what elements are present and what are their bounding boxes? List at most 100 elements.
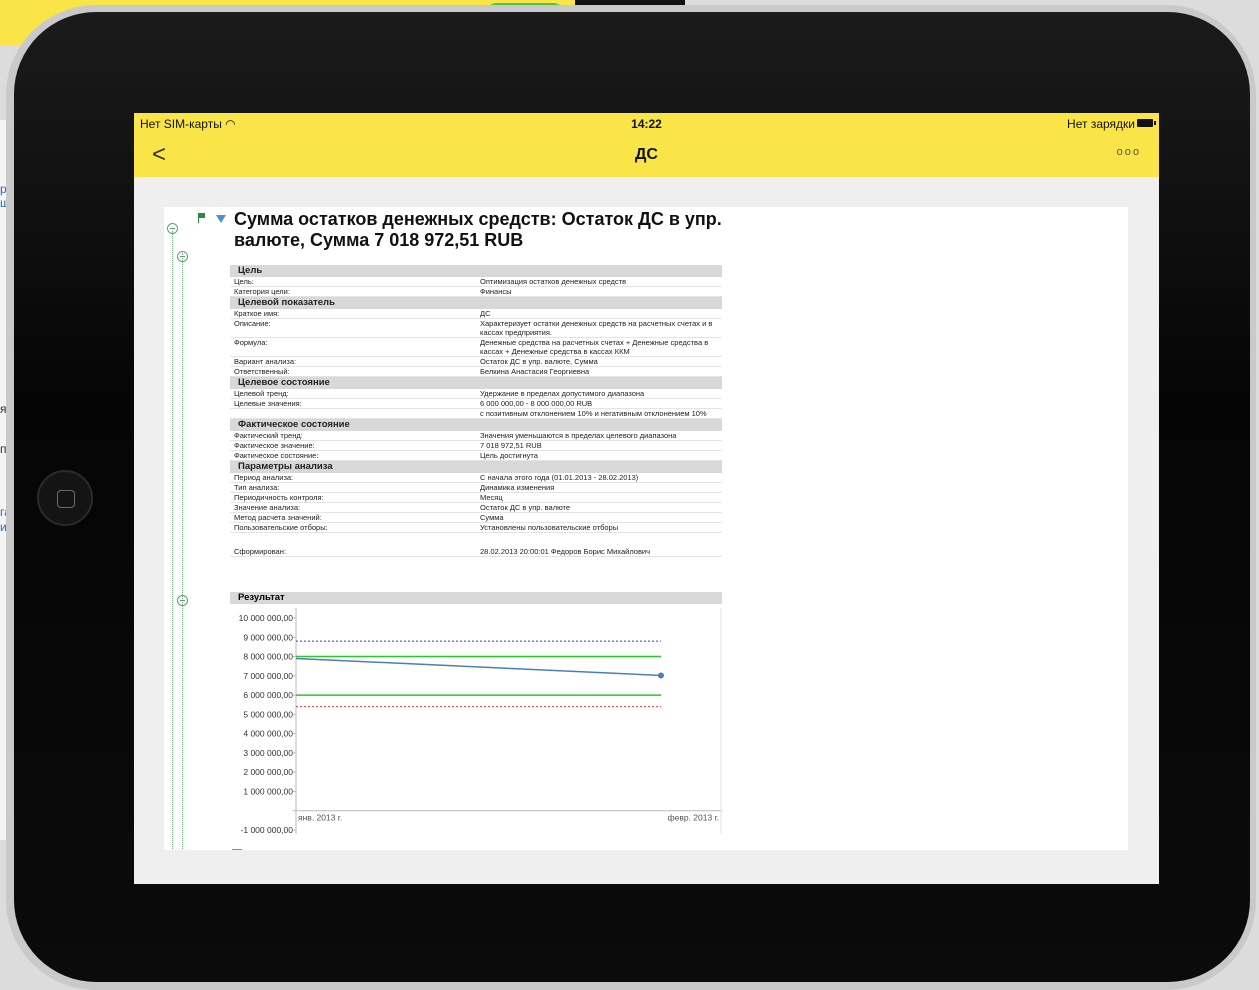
y-tick-label: -1 000 000,00	[241, 825, 294, 835]
tree-guide-line	[182, 253, 183, 850]
param-row: Значение анализа: Остаток ДС в упр. валют…	[230, 502, 722, 513]
spacer-row	[230, 533, 722, 548]
param-value: ДС	[476, 309, 722, 319]
clock: 14:22	[631, 117, 662, 131]
param-row: Целевые значения: 6 000 000,00 - 8 000 00…	[230, 398, 722, 409]
param-value: Остаток ДС в упр. валюте	[476, 502, 722, 513]
y-tick-label: 9 000 000,00	[243, 632, 293, 642]
report-document: Сумма остатков денежных средств: Остаток…	[164, 207, 1128, 850]
param-key: Фактическое состояние:	[230, 450, 476, 461]
param-key: Целевые значения:	[230, 398, 476, 409]
battery-icon	[1137, 119, 1156, 127]
param-key: Фактическое значение:	[230, 440, 476, 451]
tablet-screen: Нет SIM-карты ◠ 14:22 Нет зарядки < ДС o…	[134, 113, 1159, 884]
section-header-row: Параметры анализа	[230, 460, 722, 473]
param-key: Пользовательские отборы:	[230, 522, 476, 533]
x-tick-label: февр. 2013 г.	[668, 813, 719, 823]
y-tick-label: 5 000 000,00	[243, 709, 293, 719]
y-tick-label: 8 000 000,00	[243, 652, 293, 662]
param-key: Тип анализа:	[230, 482, 476, 493]
param-key: Значение анализа:	[230, 502, 476, 513]
param-row: Описание: Характеризует остатки денежных …	[230, 318, 722, 338]
param-value: Цель достигнута	[476, 450, 722, 461]
param-value: Значения уменьшаются в пределах целевого…	[476, 431, 722, 441]
flag-icon	[198, 213, 206, 223]
param-key: Период анализа:	[230, 473, 476, 483]
battery-label: Нет зарядки	[1067, 117, 1135, 131]
param-row: Вариант анализа: Остаток ДС в упр. валюте…	[230, 356, 722, 367]
param-row: с позитивным отклонением 10% и негативны…	[230, 408, 722, 419]
param-value: Характеризует остатки денежных средств н…	[476, 318, 722, 338]
param-key: Целевой тренд:	[230, 389, 476, 399]
param-value: 28.02.2013 20:00:01 Федоров Борис Михайл…	[476, 547, 722, 557]
param-row: Фактическое значение: 7 018 972,51 RUB	[230, 440, 722, 451]
param-key: Сформирован:	[230, 547, 476, 557]
param-value: Месяц	[476, 492, 722, 503]
home-button[interactable]	[37, 470, 93, 526]
collapse-icon[interactable]	[177, 251, 188, 262]
result-section-header: Результат	[230, 592, 722, 604]
param-value: Финансы	[476, 286, 722, 297]
section-title: Фактическое состояние	[230, 418, 722, 431]
param-value: Динамика изменения	[476, 482, 722, 493]
param-value: 7 018 972,51 RUB	[476, 440, 722, 451]
param-value: Остаток ДС в упр. валюте, Сумма	[476, 356, 722, 367]
param-value	[476, 533, 722, 548]
param-value: Белкина Анастасия Георгиевна	[476, 366, 722, 377]
section-header-row: Фактическое состояние	[230, 418, 722, 431]
param-key: Периодичность контроля:	[230, 492, 476, 503]
param-row: Пользовательские отборы: Установлены поль…	[230, 522, 722, 533]
param-key: Описание:	[230, 318, 476, 338]
trend-down-icon	[216, 215, 226, 223]
param-value: Сумма	[476, 512, 722, 523]
collapse-icon[interactable]	[167, 223, 178, 234]
param-row: Категория цели: Финансы	[230, 286, 722, 297]
param-key: Метод расчета значений:	[230, 512, 476, 523]
y-tick-label: 6 000 000,00	[243, 690, 293, 700]
y-tick-label: 4 000 000,00	[243, 729, 293, 739]
param-value: 6 000 000,00 - 8 000 000,00 RUB	[476, 398, 722, 409]
param-row: Метод расчета значений: Сумма	[230, 512, 722, 523]
param-row: Целевой тренд: Удержание в пределах допус…	[230, 389, 722, 399]
param-row: Ответственный: Белкина Анастасия Георгиев…	[230, 366, 722, 377]
param-value: Оптимизация остатков денежных средств	[476, 277, 722, 287]
param-value: С начала этого года (01.01.2013 - 28.02.…	[476, 473, 722, 483]
param-row: Период анализа: С начала этого года (01.0…	[230, 473, 722, 483]
y-tick-label: 7 000 000,00	[243, 671, 293, 681]
legend-marker	[232, 849, 242, 850]
param-key: Фактический тренд:	[230, 431, 476, 441]
param-key: Формула:	[230, 337, 476, 357]
report-title: Сумма остатков денежных средств: Остаток…	[234, 209, 722, 250]
param-row: Фактическое состояние: Цель достигнута	[230, 450, 722, 461]
page-title: ДС	[635, 146, 658, 163]
param-value: Удержание в пределах допустимого диапазо…	[476, 389, 722, 399]
result-chart: 10 000 000,00 9 000 000,00 8 000 000,00 7 0…	[230, 604, 722, 850]
param-key	[230, 533, 476, 548]
section-title: Целевое состояние	[230, 376, 722, 389]
param-value: Установлены пользовательские отборы	[476, 522, 722, 533]
section-title: Параметры анализа	[230, 460, 722, 473]
more-button[interactable]: ooo	[1117, 146, 1141, 158]
y-tick-label: 10 000 000,00	[239, 613, 294, 623]
param-key: Вариант анализа:	[230, 356, 476, 367]
status-bar: Нет SIM-карты ◠ 14:22 Нет зарядки	[134, 113, 1159, 135]
param-row: Формула: Денежные средства на расчетных с…	[230, 337, 722, 357]
param-key: Категория цели:	[230, 286, 476, 297]
series-line	[295, 657, 662, 677]
section-header-row: Цель	[230, 265, 722, 277]
param-row: Краткое имя: ДС	[230, 309, 722, 319]
y-tick-label: 2 000 000,00	[243, 767, 293, 777]
param-key: Цель:	[230, 277, 476, 287]
section-header-row: Целевое состояние	[230, 376, 722, 389]
section-title: Целевой показатель	[230, 296, 722, 309]
param-key: Краткое имя:	[230, 309, 476, 319]
navigation-bar: < ДС ooo	[134, 135, 1159, 177]
generated-row: Сформирован: 28.02.2013 20:00:01 Федоров …	[230, 547, 722, 557]
param-value: с позитивным отклонением 10% и негативны…	[476, 408, 722, 419]
y-tick-label: 3 000 000,00	[243, 748, 293, 758]
tree-guide-line	[172, 231, 173, 850]
y-tick-label: 1 000 000,00	[243, 786, 293, 796]
report-parameters-table: Цель Цель: Оптимизация остатков денежных с…	[230, 265, 722, 557]
param-row: Цель: Оптимизация остатков денежных средс…	[230, 277, 722, 287]
collapse-icon[interactable]	[177, 595, 188, 606]
